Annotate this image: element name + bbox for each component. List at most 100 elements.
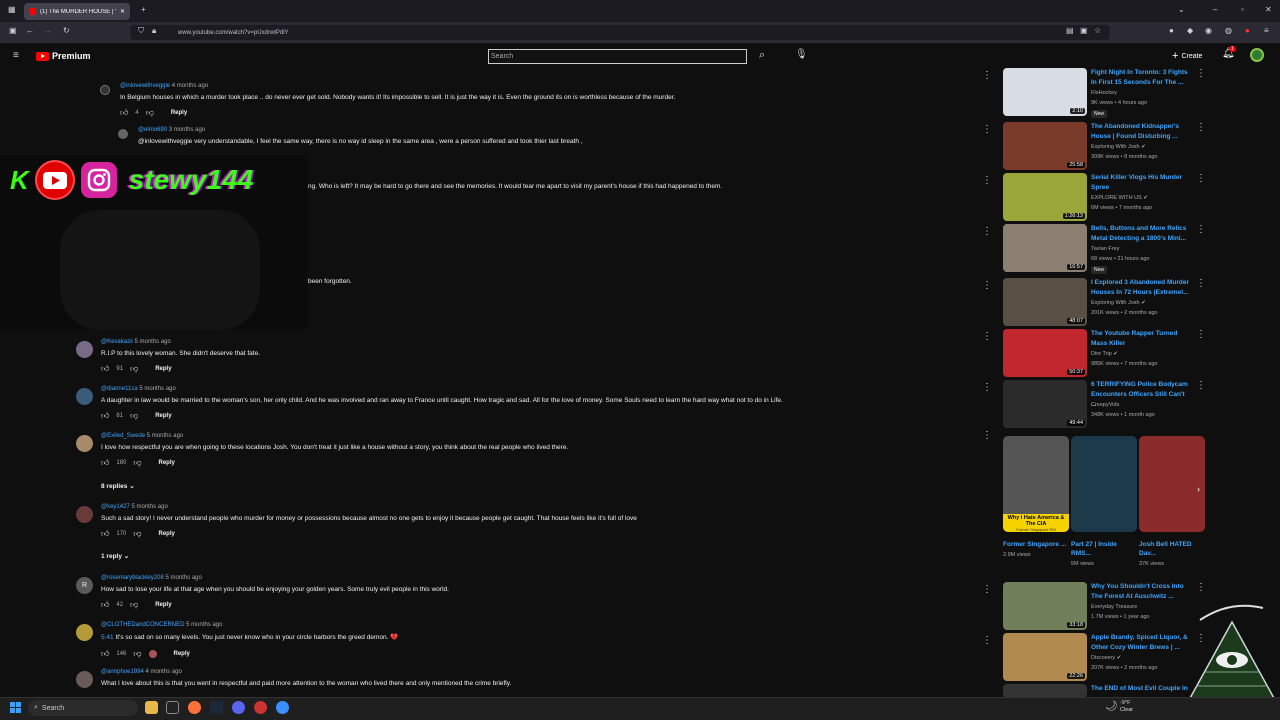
recommended-video[interactable]: The END of Most Evil Couple In ...: [975, 684, 1210, 698]
avatar[interactable]: [76, 506, 93, 523]
short-item[interactable]: Part 27 | Inside RMS... 5M views: [1071, 436, 1137, 567]
more-actions-icon[interactable]: ⋮: [1196, 173, 1206, 184]
recommended-video[interactable]: ⋮ 16:57 Bells, Buttons and More Relics M…: [975, 224, 1210, 274]
video-title[interactable]: The END of Most Evil Couple In ...: [1091, 684, 1191, 698]
app-icon[interactable]: [276, 701, 289, 714]
more-actions-icon[interactable]: ⋮: [1196, 329, 1206, 340]
forward-icon[interactable]: →: [44, 27, 52, 35]
extension-icon[interactable]: ●: [1245, 27, 1250, 35]
video-thumbnail[interactable]: 22:26: [1003, 633, 1087, 681]
recommended-video[interactable]: ⋮ 33:18 Why You Shouldn't Cross Into The…: [975, 582, 1210, 632]
notifications-button[interactable]: 🔔︎ 1: [1222, 46, 1236, 59]
avatar[interactable]: [76, 624, 93, 641]
video-title[interactable]: Why You Shouldn't Cross Into The Forest …: [1091, 582, 1191, 602]
back-icon[interactable]: ←: [26, 27, 34, 35]
recommended-video[interactable]: ⋮ 22:26 Apple Brandy, Spiced Liquor, & O…: [975, 633, 1210, 683]
recommended-video[interactable]: ⋮ 48:07 I Explored 3 Abandoned Murder Ho…: [975, 278, 1210, 328]
reply-button[interactable]: Reply: [159, 460, 175, 466]
replies-toggle[interactable]: 1 reply ⌄: [101, 552, 129, 560]
translate-icon[interactable]: ▣: [1080, 27, 1088, 35]
more-actions-icon[interactable]: ⋮: [982, 635, 992, 646]
reply-button[interactable]: Reply: [159, 531, 175, 537]
more-actions-icon[interactable]: ⋮: [982, 70, 992, 81]
comment-time[interactable]: 5 months ago: [134, 339, 170, 345]
recommended-video[interactable]: ⋮ 49:44 6 TERRIFYING Police Bodycam Enco…: [975, 380, 1210, 430]
short-title[interactable]: Josh Bell HATED Dav...: [1139, 540, 1205, 558]
recommended-video[interactable]: ⋮ 1:26:13 Serial Killer Vlogs His Murder…: [975, 173, 1210, 223]
avatar[interactable]: [118, 129, 128, 139]
extension-icon[interactable]: ●: [1169, 27, 1174, 35]
comment-time[interactable]: 4 months ago: [172, 83, 208, 89]
steam-icon[interactable]: [210, 701, 223, 714]
avatar[interactable]: [100, 85, 110, 95]
extension-icon[interactable]: ◆: [1187, 27, 1193, 35]
comment-author[interactable]: @rosemaryblackley208: [101, 575, 164, 581]
video-thumbnail[interactable]: 16:57: [1003, 224, 1087, 272]
weather-widget[interactable]: -9°F Clear: [1120, 700, 1133, 714]
close-window-icon[interactable]: ✕: [1265, 6, 1272, 14]
avatar[interactable]: [76, 388, 93, 405]
more-actions-icon[interactable]: ⋮: [1196, 224, 1206, 235]
video-thumbnail[interactable]: 25:58: [1003, 122, 1087, 170]
replies-toggle[interactable]: 8 replies ⌄: [101, 482, 135, 490]
short-thumbnail[interactable]: [1139, 436, 1205, 532]
video-title[interactable]: The Youtube Rapper Turned Mass Killer: [1091, 329, 1191, 349]
shield-icon[interactable]: ⛉: [138, 27, 144, 35]
video-thumbnail[interactable]: 49:44: [1003, 380, 1087, 428]
reply-button[interactable]: Reply: [155, 366, 171, 372]
extension-icon[interactable]: ◉: [1205, 27, 1212, 35]
account-avatar[interactable]: [1250, 48, 1264, 62]
video-thumbnail[interactable]: 1:26:13: [1003, 173, 1087, 221]
comment-time[interactable]: 4 months ago: [145, 669, 181, 675]
channel-name[interactable]: Tavian Frey: [1091, 246, 1119, 252]
bookmark-star-icon[interactable]: ☆: [1094, 27, 1101, 35]
extension-icon[interactable]: ◍: [1225, 27, 1232, 35]
video-title[interactable]: Serial Killer Vlogs His Murder Spree: [1091, 173, 1191, 193]
lock-icon[interactable]: 🔒︎: [152, 27, 156, 35]
short-item[interactable]: Why I Hate America & The CIA Former Sing…: [1003, 436, 1069, 558]
window-menu-icon[interactable]: ▦: [8, 6, 16, 14]
like-icon[interactable]: 👍︎: [101, 364, 109, 374]
sidebar-toggle-icon[interactable]: ▣: [9, 27, 17, 35]
reply-button[interactable]: Reply: [155, 413, 171, 419]
comment-time[interactable]: 5 months ago: [186, 622, 222, 628]
app-icon[interactable]: [254, 701, 267, 714]
like-icon[interactable]: 👍︎: [101, 649, 109, 659]
comment-time[interactable]: 5 months ago: [139, 386, 175, 392]
reply-button[interactable]: Reply: [155, 602, 171, 608]
firefox-icon[interactable]: [188, 701, 201, 714]
video-thumbnail[interactable]: 2:10: [1003, 68, 1087, 116]
comment-author[interactable]: @dianne11ca: [101, 386, 138, 392]
microphone-icon[interactable]: 🎙︎: [795, 50, 808, 60]
file-explorer-icon[interactable]: [145, 701, 158, 714]
video-thumbnail[interactable]: [1003, 684, 1087, 698]
reply-button[interactable]: Reply: [171, 110, 187, 116]
search-input[interactable]: Search: [488, 49, 747, 64]
short-thumbnail[interactable]: Why I Hate America & The CIA Former Sing…: [1003, 436, 1069, 532]
more-actions-icon[interactable]: ⋮: [982, 584, 992, 595]
short-item[interactable]: Josh Bell HATED Dav... 37K views: [1139, 436, 1205, 567]
reload-icon[interactable]: ↻: [63, 27, 70, 35]
url-bar[interactable]: www.youtube.com/watch?v=pUxdrwtPdlY: [130, 25, 1110, 40]
discord-icon[interactable]: [232, 701, 245, 714]
channel-name[interactable]: EXPLORE WITH US ✔: [1091, 195, 1148, 201]
comment-time[interactable]: 3 months ago: [169, 127, 205, 133]
comment-time[interactable]: 5 months ago: [165, 575, 201, 581]
more-actions-icon[interactable]: ⋮: [982, 382, 992, 393]
dislike-icon[interactable]: 👎︎: [133, 649, 141, 659]
youtube-logo[interactable]: Premium: [36, 51, 91, 61]
reader-view-icon[interactable]: ▤: [1066, 27, 1074, 35]
channel-name[interactable]: CreepyVids: [1091, 402, 1119, 408]
more-actions-icon[interactable]: ⋮: [1196, 122, 1206, 133]
like-icon[interactable]: 👍︎: [101, 529, 109, 539]
minimize-icon[interactable]: –: [1213, 6, 1217, 14]
avatar[interactable]: [76, 435, 93, 452]
browser-tab[interactable]: (1) The MURDER HOUSE | Very ✕: [24, 3, 130, 20]
dislike-icon[interactable]: 👎︎: [130, 600, 138, 610]
more-actions-icon[interactable]: ⋮: [982, 124, 992, 135]
channel-name[interactable]: Dire Trip ✔: [1091, 351, 1118, 357]
short-title[interactable]: Part 27 | Inside RMS...: [1071, 540, 1137, 558]
channel-name[interactable]: Exploring With Josh ✔: [1091, 300, 1146, 306]
comment-author[interactable]: @annphoe1994: [101, 669, 144, 675]
dislike-icon[interactable]: 👎︎: [133, 529, 141, 539]
